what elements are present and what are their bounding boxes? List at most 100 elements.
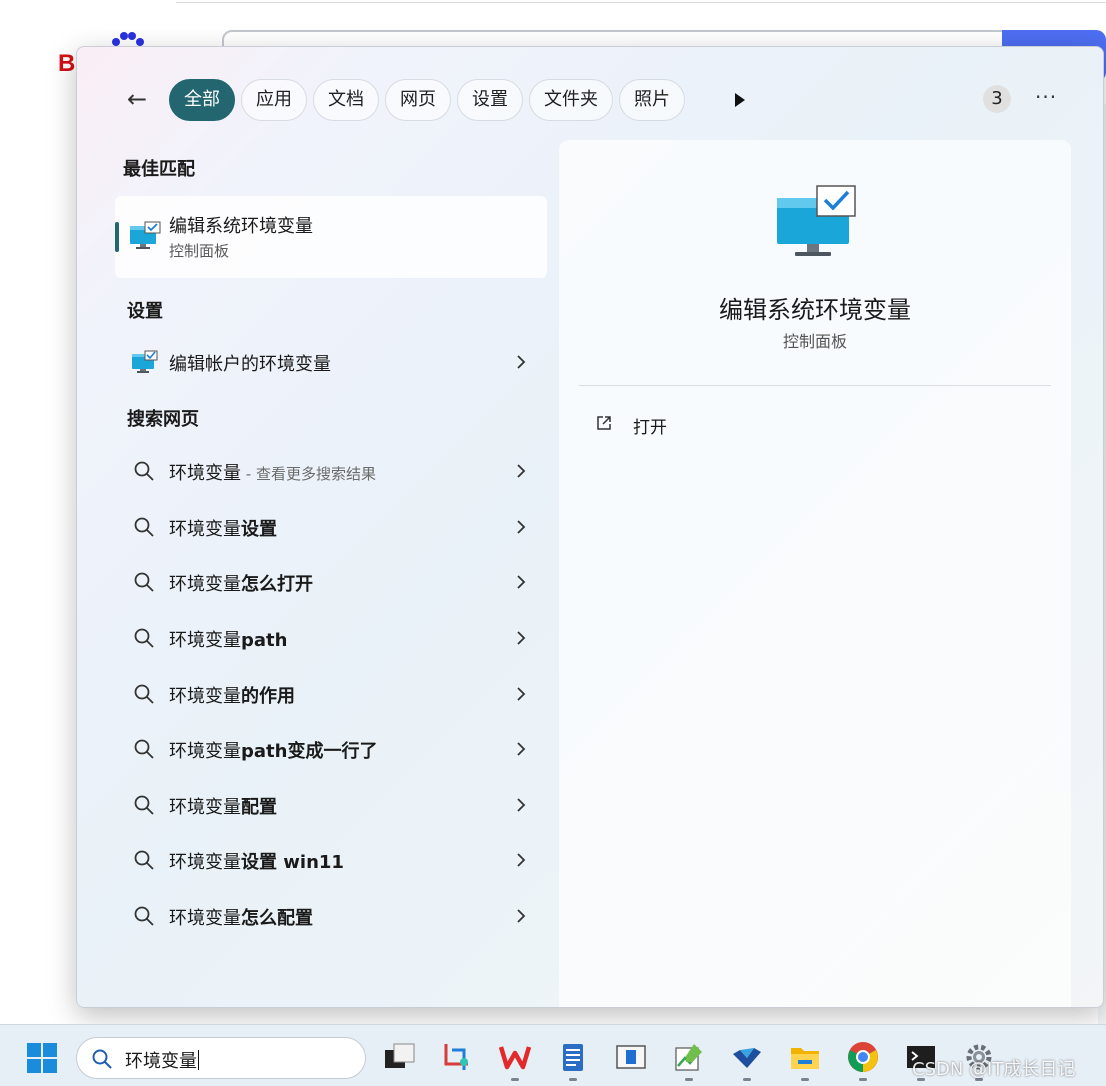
- best-match-item[interactable]: 编辑系统环境变量 控制面板: [115, 196, 547, 278]
- search-icon: [134, 906, 154, 926]
- search-icon: [134, 572, 154, 592]
- best-match-title: 编辑系统环境变量: [169, 216, 313, 237]
- suggestion-bold: 怎么配置: [241, 908, 313, 929]
- suggestion-prefix: 环境变量: [169, 741, 241, 762]
- suggestion-prefix: 环境变量: [169, 797, 241, 818]
- open-label: 打开: [633, 418, 667, 438]
- filter-tabs: 全部 应用 文档 网页 设置 文件夹 照片: [169, 79, 685, 121]
- system-properties-icon: [130, 221, 161, 249]
- browser-toolbar-edge: [176, 0, 1106, 3]
- selection-indicator: [115, 222, 119, 252]
- tab-documents[interactable]: 文档: [313, 79, 379, 121]
- web-suggestion-item[interactable]: 环境变量path变成一行了: [123, 729, 537, 769]
- suggestion-prefix: 环境变量: [169, 852, 241, 873]
- tab-settings[interactable]: 设置: [457, 79, 523, 121]
- suggestion-prefix: 环境变量: [169, 519, 241, 540]
- web-more-hint: - 查看更多搜索结果: [241, 465, 376, 483]
- web-result-label: 环境变量 - 查看更多搜索结果: [169, 459, 376, 485]
- suggestion-bold: 的作用: [241, 686, 295, 707]
- file-explorer-icon[interactable]: [788, 1040, 822, 1074]
- suggestion-bold: 设置: [241, 519, 277, 540]
- running-indicator: [685, 1078, 693, 1081]
- account-env-icon: [132, 350, 158, 373]
- more-options-icon[interactable]: ···: [1035, 83, 1057, 111]
- suggestion-bold: 设置 win11: [241, 852, 344, 873]
- search-icon: [134, 684, 154, 704]
- web-suggestion-item[interactable]: 环境变量的作用: [123, 674, 537, 714]
- tab-folders[interactable]: 文件夹: [529, 79, 613, 121]
- web-suggestion-label: 环境变量怎么打开: [169, 570, 313, 596]
- web-suggestion-item[interactable]: 环境变量配置: [123, 785, 537, 825]
- chevron-right-icon: [517, 355, 526, 369]
- csdn-watermark: CSDN @IT成长日记: [912, 1059, 1076, 1080]
- suggestion-prefix: 环境变量: [169, 908, 241, 929]
- preview-subtitle: 控制面板: [782, 332, 847, 351]
- suggestion-bold: 怎么打开: [241, 574, 313, 595]
- web-suggestion-label: 环境变量设置 win11: [169, 848, 344, 874]
- image-editor-icon[interactable]: [672, 1040, 706, 1074]
- running-indicator: [569, 1078, 577, 1081]
- code-editor-icon[interactable]: [730, 1040, 764, 1074]
- section-best-match: 最佳匹配: [123, 159, 195, 180]
- search-panel: ← 全部 应用 文档 网页 设置 文件夹 照片 3 ··· 最佳匹配 编辑系统环…: [76, 46, 1104, 1008]
- web-suggestion-label: 环境变量path变成一行了: [169, 737, 377, 763]
- running-indicator: [801, 1078, 809, 1081]
- suggestion-bold: 配置: [241, 797, 277, 818]
- web-suggestion-label: 环境变量怎么配置: [169, 904, 313, 930]
- web-suggestion-item[interactable]: 环境变量怎么配置: [123, 896, 537, 936]
- tab-all[interactable]: 全部: [169, 79, 235, 121]
- open-external-icon: [597, 416, 611, 430]
- web-suggestion-label: 环境变量设置: [169, 515, 277, 541]
- web-suggestion-item[interactable]: 环境变量path: [123, 618, 537, 658]
- chevron-right-icon: [517, 742, 526, 756]
- web-suggestion-item[interactable]: 环境变量怎么打开: [123, 562, 537, 602]
- chevron-right-icon: [517, 798, 526, 812]
- chevron-right-icon: [517, 575, 526, 589]
- search-icon: [134, 628, 154, 648]
- preview-divider: [579, 385, 1051, 386]
- section-settings: 设置: [127, 301, 163, 322]
- best-match-subtitle: 控制面板: [169, 242, 230, 260]
- notepad-icon[interactable]: [556, 1040, 590, 1074]
- windows-start-icon[interactable]: [26, 1042, 58, 1074]
- web-query-text: 环境变量: [169, 463, 241, 484]
- app-window-icon[interactable]: [614, 1040, 648, 1074]
- web-suggestion-label: 环境变量的作用: [169, 682, 295, 708]
- wps-office-icon[interactable]: [498, 1040, 532, 1074]
- running-indicator: [511, 1078, 519, 1081]
- chevron-right-icon: [517, 631, 526, 645]
- taskbar-search-box[interactable]: 环境变量: [76, 1037, 366, 1079]
- chevron-right-icon: [517, 853, 526, 867]
- web-suggestion-item[interactable]: 环境变量设置 win11: [123, 840, 537, 880]
- play-more-icon[interactable]: [733, 91, 747, 109]
- web-suggestion-item[interactable]: 环境变量设置: [123, 507, 537, 547]
- suggestion-prefix: 环境变量: [169, 574, 241, 595]
- suggestion-prefix: 环境变量: [169, 630, 241, 651]
- snipping-tool-icon[interactable]: [440, 1040, 474, 1074]
- search-icon: [134, 461, 154, 481]
- text-caret: [198, 1050, 199, 1070]
- task-view-icon[interactable]: [382, 1040, 416, 1074]
- baidu-logo-letter: B: [58, 50, 76, 77]
- web-search-item[interactable]: 环境变量 - 查看更多搜索结果: [123, 451, 537, 491]
- chrome-icon[interactable]: [846, 1040, 880, 1074]
- taskbar-search-input[interactable]: 环境变量: [125, 1047, 199, 1073]
- chevron-right-icon: [517, 520, 526, 534]
- taskbar-search-value: 环境变量: [125, 1051, 197, 1072]
- preview-title: 编辑系统环境变量: [719, 296, 911, 324]
- preview-pane: 编辑系统环境变量 控制面板 打开: [559, 140, 1071, 1007]
- search-icon: [134, 517, 154, 537]
- settings-result-label: 编辑帐户的环境变量: [169, 354, 331, 375]
- search-icon: [92, 1049, 112, 1069]
- tab-apps[interactable]: 应用: [241, 79, 307, 121]
- open-action[interactable]: 打开: [595, 410, 715, 438]
- tab-web[interactable]: 网页: [385, 79, 451, 121]
- running-indicator: [859, 1078, 867, 1081]
- settings-result-item[interactable]: 编辑帐户的环境变量: [123, 342, 537, 382]
- chevron-right-icon: [517, 687, 526, 701]
- back-arrow-icon[interactable]: ←: [127, 85, 157, 113]
- suggestion-bold: path变成一行了: [241, 741, 378, 762]
- suggestion-bold: path: [241, 630, 288, 651]
- tab-photos[interactable]: 照片: [619, 79, 685, 121]
- result-count-badge[interactable]: 3: [983, 85, 1011, 113]
